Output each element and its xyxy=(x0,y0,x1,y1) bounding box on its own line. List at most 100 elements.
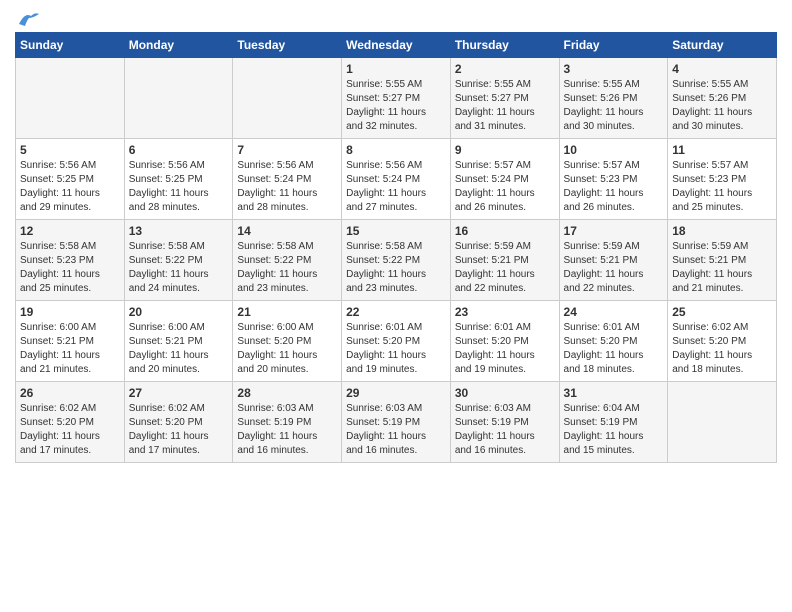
day-number: 10 xyxy=(564,143,664,157)
day-info: Sunrise: 5:57 AM Sunset: 5:23 PM Dayligh… xyxy=(564,159,664,215)
day-number: 28 xyxy=(237,386,337,400)
day-number: 22 xyxy=(346,305,446,319)
calendar-cell: 18 Sunrise: 5:59 AM Sunset: 5:21 PM Dayli… xyxy=(668,220,777,301)
day-number: 11 xyxy=(672,143,772,157)
calendar-cell: 22 Sunrise: 6:01 AM Sunset: 5:20 PM Dayli… xyxy=(342,301,451,382)
day-number: 2 xyxy=(455,62,555,76)
calendar-cell: 1 Sunrise: 5:55 AM Sunset: 5:27 PM Daylig… xyxy=(342,58,451,139)
day-info: Sunrise: 6:00 AM Sunset: 5:20 PM Dayligh… xyxy=(237,321,337,377)
day-info: Sunrise: 6:03 AM Sunset: 5:19 PM Dayligh… xyxy=(346,402,446,458)
day-header-thursday: Thursday xyxy=(450,33,559,58)
calendar-cell: 7 Sunrise: 5:56 AM Sunset: 5:24 PM Daylig… xyxy=(233,139,342,220)
day-number: 7 xyxy=(237,143,337,157)
day-number: 15 xyxy=(346,224,446,238)
day-info: Sunrise: 6:01 AM Sunset: 5:20 PM Dayligh… xyxy=(346,321,446,377)
day-number: 16 xyxy=(455,224,555,238)
day-info: Sunrise: 5:57 AM Sunset: 5:23 PM Dayligh… xyxy=(672,159,772,215)
calendar-cell xyxy=(668,382,777,463)
day-info: Sunrise: 5:56 AM Sunset: 5:25 PM Dayligh… xyxy=(20,159,120,215)
day-number: 9 xyxy=(455,143,555,157)
calendar-cell: 19 Sunrise: 6:00 AM Sunset: 5:21 PM Dayli… xyxy=(16,301,125,382)
day-info: Sunrise: 5:58 AM Sunset: 5:22 PM Dayligh… xyxy=(346,240,446,296)
calendar-table: SundayMondayTuesdayWednesdayThursdayFrid… xyxy=(15,32,777,463)
day-info: Sunrise: 6:02 AM Sunset: 5:20 PM Dayligh… xyxy=(129,402,229,458)
day-info: Sunrise: 6:00 AM Sunset: 5:21 PM Dayligh… xyxy=(129,321,229,377)
calendar-cell: 17 Sunrise: 5:59 AM Sunset: 5:21 PM Dayli… xyxy=(559,220,668,301)
day-info: Sunrise: 5:56 AM Sunset: 5:24 PM Dayligh… xyxy=(346,159,446,215)
day-info: Sunrise: 5:56 AM Sunset: 5:24 PM Dayligh… xyxy=(237,159,337,215)
calendar-cell: 24 Sunrise: 6:01 AM Sunset: 5:20 PM Dayli… xyxy=(559,301,668,382)
week-row-5: 26 Sunrise: 6:02 AM Sunset: 5:20 PM Dayli… xyxy=(16,382,777,463)
day-info: Sunrise: 5:59 AM Sunset: 5:21 PM Dayligh… xyxy=(672,240,772,296)
calendar-cell xyxy=(233,58,342,139)
day-number: 21 xyxy=(237,305,337,319)
calendar-cell: 26 Sunrise: 6:02 AM Sunset: 5:20 PM Dayli… xyxy=(16,382,125,463)
week-row-3: 12 Sunrise: 5:58 AM Sunset: 5:23 PM Dayli… xyxy=(16,220,777,301)
calendar-cell: 20 Sunrise: 6:00 AM Sunset: 5:21 PM Dayli… xyxy=(124,301,233,382)
day-number: 20 xyxy=(129,305,229,319)
calendar-cell: 5 Sunrise: 5:56 AM Sunset: 5:25 PM Daylig… xyxy=(16,139,125,220)
day-info: Sunrise: 5:56 AM Sunset: 5:25 PM Dayligh… xyxy=(129,159,229,215)
day-number: 30 xyxy=(455,386,555,400)
calendar-cell: 4 Sunrise: 5:55 AM Sunset: 5:26 PM Daylig… xyxy=(668,58,777,139)
day-info: Sunrise: 6:04 AM Sunset: 5:19 PM Dayligh… xyxy=(564,402,664,458)
calendar-cell: 27 Sunrise: 6:02 AM Sunset: 5:20 PM Dayli… xyxy=(124,382,233,463)
day-header-saturday: Saturday xyxy=(668,33,777,58)
day-info: Sunrise: 5:59 AM Sunset: 5:21 PM Dayligh… xyxy=(564,240,664,296)
day-number: 14 xyxy=(237,224,337,238)
calendar-cell: 9Sunrise: 5:57 AM Sunset: 5:24 PM Daylig… xyxy=(450,139,559,220)
header-row: SundayMondayTuesdayWednesdayThursdayFrid… xyxy=(16,33,777,58)
calendar-cell: 12 Sunrise: 5:58 AM Sunset: 5:23 PM Dayli… xyxy=(16,220,125,301)
day-info: Sunrise: 6:02 AM Sunset: 5:20 PM Dayligh… xyxy=(20,402,120,458)
day-info: Sunrise: 5:58 AM Sunset: 5:22 PM Dayligh… xyxy=(237,240,337,296)
calendar-cell: 31 Sunrise: 6:04 AM Sunset: 5:19 PM Dayli… xyxy=(559,382,668,463)
header xyxy=(15,10,777,24)
day-number: 8 xyxy=(346,143,446,157)
day-info: Sunrise: 6:02 AM Sunset: 5:20 PM Dayligh… xyxy=(672,321,772,377)
day-info: Sunrise: 6:03 AM Sunset: 5:19 PM Dayligh… xyxy=(237,402,337,458)
week-row-1: 1 Sunrise: 5:55 AM Sunset: 5:27 PM Daylig… xyxy=(16,58,777,139)
calendar-cell: 30 Sunrise: 6:03 AM Sunset: 5:19 PM Dayli… xyxy=(450,382,559,463)
calendar-cell: 10 Sunrise: 5:57 AM Sunset: 5:23 PM Dayli… xyxy=(559,139,668,220)
calendar-cell: 21 Sunrise: 6:00 AM Sunset: 5:20 PM Dayli… xyxy=(233,301,342,382)
logo-bird-icon xyxy=(17,10,39,28)
day-number: 26 xyxy=(20,386,120,400)
day-header-friday: Friday xyxy=(559,33,668,58)
calendar-cell: 14 Sunrise: 5:58 AM Sunset: 5:22 PM Dayli… xyxy=(233,220,342,301)
calendar-cell: 16 Sunrise: 5:59 AM Sunset: 5:21 PM Dayli… xyxy=(450,220,559,301)
calendar-cell: 29 Sunrise: 6:03 AM Sunset: 5:19 PM Dayli… xyxy=(342,382,451,463)
day-info: Sunrise: 6:01 AM Sunset: 5:20 PM Dayligh… xyxy=(455,321,555,377)
day-header-monday: Monday xyxy=(124,33,233,58)
day-number: 18 xyxy=(672,224,772,238)
day-number: 17 xyxy=(564,224,664,238)
day-info: Sunrise: 5:58 AM Sunset: 5:22 PM Dayligh… xyxy=(129,240,229,296)
day-number: 24 xyxy=(564,305,664,319)
day-info: Sunrise: 5:55 AM Sunset: 5:27 PM Dayligh… xyxy=(346,78,446,134)
calendar-cell: 23 Sunrise: 6:01 AM Sunset: 5:20 PM Dayli… xyxy=(450,301,559,382)
calendar-cell xyxy=(124,58,233,139)
day-number: 4 xyxy=(672,62,772,76)
day-info: Sunrise: 6:03 AM Sunset: 5:19 PM Dayligh… xyxy=(455,402,555,458)
calendar-cell: 25 Sunrise: 6:02 AM Sunset: 5:20 PM Dayli… xyxy=(668,301,777,382)
day-number: 23 xyxy=(455,305,555,319)
day-number: 5 xyxy=(20,143,120,157)
day-number: 3 xyxy=(564,62,664,76)
day-number: 27 xyxy=(129,386,229,400)
day-info: Sunrise: 6:01 AM Sunset: 5:20 PM Dayligh… xyxy=(564,321,664,377)
day-info: Sunrise: 5:59 AM Sunset: 5:21 PM Dayligh… xyxy=(455,240,555,296)
day-info: Sunrise: 6:00 AM Sunset: 5:21 PM Dayligh… xyxy=(20,321,120,377)
day-number: 12 xyxy=(20,224,120,238)
day-number: 31 xyxy=(564,386,664,400)
day-number: 29 xyxy=(346,386,446,400)
calendar-cell: 15 Sunrise: 5:58 AM Sunset: 5:22 PM Dayli… xyxy=(342,220,451,301)
day-info: Sunrise: 5:55 AM Sunset: 5:26 PM Dayligh… xyxy=(564,78,664,134)
day-number: 6 xyxy=(129,143,229,157)
calendar-cell: 2Sunrise: 5:55 AM Sunset: 5:27 PM Daylig… xyxy=(450,58,559,139)
day-info: Sunrise: 5:58 AM Sunset: 5:23 PM Dayligh… xyxy=(20,240,120,296)
day-number: 13 xyxy=(129,224,229,238)
calendar-cell: 6 Sunrise: 5:56 AM Sunset: 5:25 PM Daylig… xyxy=(124,139,233,220)
day-number: 1 xyxy=(346,62,446,76)
day-number: 19 xyxy=(20,305,120,319)
day-info: Sunrise: 5:55 AM Sunset: 5:26 PM Dayligh… xyxy=(672,78,772,134)
day-number: 25 xyxy=(672,305,772,319)
